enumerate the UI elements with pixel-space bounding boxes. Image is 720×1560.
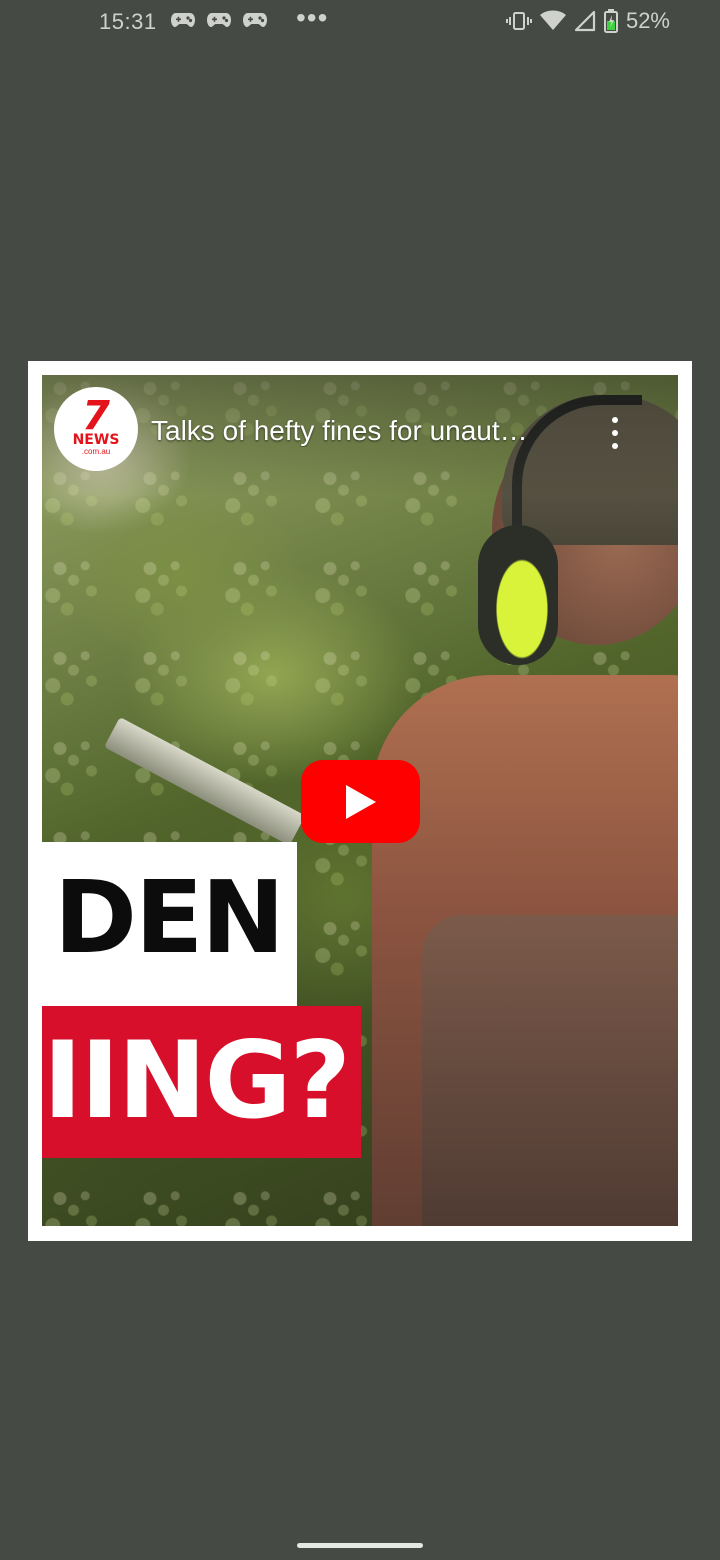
- battery-icon: [603, 9, 618, 33]
- earmuff-image: [478, 525, 558, 665]
- vibrate-icon: [505, 12, 532, 30]
- overlay-text-line2: IING?: [42, 1019, 351, 1142]
- cellular-signal-icon: [574, 10, 596, 32]
- game-controller-icon: [207, 13, 231, 27]
- wifi-icon: [539, 10, 566, 30]
- play-icon: [345, 784, 376, 819]
- overlay-banner-red: IING?: [42, 1006, 361, 1158]
- shirt-image: [422, 915, 678, 1226]
- home-indicator[interactable]: [297, 1543, 423, 1548]
- video-title[interactable]: Talks of hefty fines for unaut…: [151, 415, 583, 447]
- status-bar: 15:31 ••• 52%: [0, 0, 720, 44]
- video-player[interactable]: DEN IING? 7 NEWS .com.au Talks of hefty …: [42, 375, 678, 1226]
- overlay-text-line1: DEN: [53, 859, 285, 976]
- status-time: 15:31: [99, 9, 157, 34]
- channel-logo-seven: 7: [82, 392, 110, 439]
- more-notifications-indicator: •••: [296, 2, 329, 33]
- channel-avatar[interactable]: 7 NEWS .com.au: [54, 387, 138, 471]
- battery-percentage: 52%: [625, 8, 670, 33]
- notification-icons: [170, 10, 268, 30]
- channel-logo-news: NEWS: [72, 431, 120, 448]
- game-controller-icon: [171, 13, 195, 27]
- video-card: DEN IING? 7 NEWS .com.au Talks of hefty …: [28, 361, 692, 1241]
- channel-logo-domain: .com.au: [81, 446, 111, 456]
- more-options-icon[interactable]: [602, 413, 628, 453]
- play-button[interactable]: [301, 760, 420, 843]
- overlay-banner-white: DEN: [42, 842, 297, 1006]
- system-status-icons: 52%: [505, 8, 670, 34]
- game-controller-icon: [243, 13, 267, 27]
